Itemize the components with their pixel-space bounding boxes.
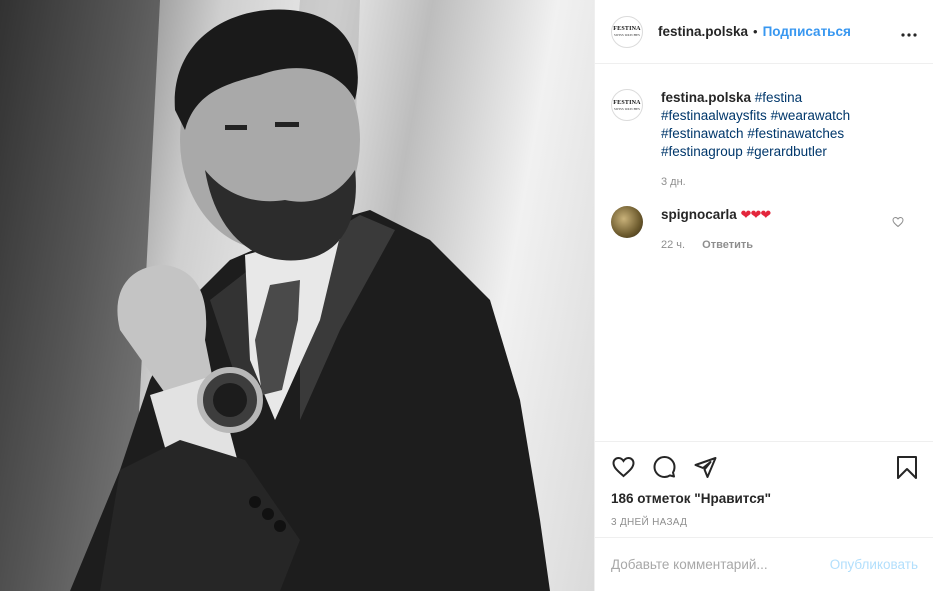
post-sidebar: FESTINA SWISS WATCHES festina.polska • П…	[594, 0, 933, 591]
share-icon[interactable]	[693, 455, 718, 479]
account-avatar[interactable]: FESTINA SWISS WATCHES	[611, 15, 643, 48]
caption-avatar[interactable]: FESTINA SWISS WATCHES	[611, 89, 643, 121]
reply-button[interactable]: Ответить	[702, 239, 753, 251]
separator-dot: •	[753, 24, 758, 39]
hashtag[interactable]: #festinaalwaysfits	[661, 108, 767, 123]
comment-input[interactable]: Добавьте комментарий...	[611, 557, 830, 572]
heart-icon[interactable]	[611, 455, 636, 479]
comment-time[interactable]: 22 ч.	[661, 239, 685, 251]
caption-text: festina.polska #festina #festinaalwaysfi…	[661, 89, 871, 161]
hashtag[interactable]: #festina	[755, 90, 802, 105]
hashtag[interactable]: #festinawatch	[661, 126, 744, 141]
hashtag[interactable]: #wearawatch	[771, 108, 851, 123]
instagram-post: FESTINA SWISS WATCHES festina.polska • П…	[0, 0, 933, 591]
commenter-username[interactable]: spignocarla	[661, 207, 737, 222]
hashtag[interactable]: #festinagroup	[661, 144, 743, 159]
comment-body: spignocarla ❤❤❤ 22 ч. Ответить	[661, 206, 871, 251]
comment-icon[interactable]	[652, 455, 677, 479]
action-icons	[595, 454, 933, 480]
festina-logo: FESTINA SWISS WATCHES	[613, 99, 641, 111]
post-photo[interactable]	[0, 0, 594, 591]
account-username[interactable]: festina.polska	[658, 24, 748, 39]
caption-username[interactable]: festina.polska	[661, 90, 751, 105]
hashtag[interactable]: #festinawatches	[747, 126, 844, 141]
commenter-avatar[interactable]	[611, 206, 643, 238]
comment-text: spignocarla ❤❤❤	[661, 206, 871, 224]
bookmark-icon[interactable]	[896, 455, 918, 480]
post-header: FESTINA SWISS WATCHES festina.polska • П…	[595, 0, 933, 64]
festina-logo: FESTINA SWISS WATCHES	[613, 26, 641, 37]
post-actions: 186 отметок "Нравится" 3 ДНЕЙ НАЗАД	[595, 441, 933, 528]
caption-body: festina.polska #festina #festinaalwaysfi…	[661, 89, 871, 188]
likes-count[interactable]: 186 отметок "Нравится"	[611, 491, 771, 506]
post-time[interactable]: 3 ДНЕЙ НАЗАД	[611, 517, 687, 528]
caption-time[interactable]: 3 дн.	[661, 176, 686, 188]
publish-button[interactable]: Опубликовать	[830, 557, 918, 572]
follow-button[interactable]: Подписаться	[763, 24, 851, 39]
caption-meta: 3 дн.	[661, 176, 871, 188]
comment-meta: 22 ч. Ответить	[661, 239, 871, 251]
comment-like-icon[interactable]	[892, 215, 904, 228]
more-icon[interactable]	[901, 26, 917, 37]
comments-list: FESTINA SWISS WATCHES festina.polska #fe…	[595, 65, 933, 251]
comment-hearts: ❤❤❤	[740, 207, 772, 222]
photo-illustration	[0, 0, 550, 591]
hashtag[interactable]: #gerardbutler	[747, 144, 827, 159]
user-comment: spignocarla ❤❤❤ 22 ч. Ответить	[595, 206, 933, 251]
add-comment-bar: Добавьте комментарий... Опубликовать	[595, 537, 933, 591]
caption-comment: FESTINA SWISS WATCHES festina.polska #fe…	[595, 89, 933, 188]
